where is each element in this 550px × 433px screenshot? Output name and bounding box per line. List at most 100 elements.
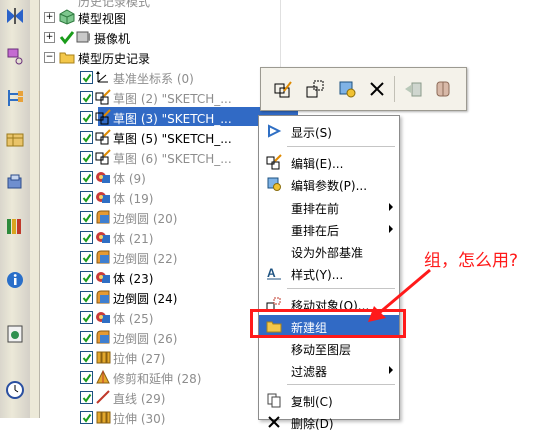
tree-feature-row[interactable]: 体 (23): [40, 267, 270, 287]
tree-feature-row[interactable]: 体 (21): [40, 227, 270, 247]
tree-feature-row[interactable]: 草图 (2) "SKETCH_...: [40, 87, 270, 107]
visibility-checkbox[interactable]: [80, 231, 93, 244]
body-icon: [95, 189, 111, 205]
tree-feature-label: 草图 (6) "SKETCH_...: [113, 152, 232, 166]
tree-feature-row[interactable]: 草图 (5) "SKETCH_...: [40, 127, 270, 147]
tree-feature-row[interactable]: 草图 (6) "SKETCH_...: [40, 147, 270, 167]
tree-feature-label: 草图 (5) "SKETCH_...: [113, 132, 232, 146]
edit-parameters-icon: [266, 176, 282, 192]
menu-item-label: 设为外部基准: [291, 246, 364, 260]
delete-icon[interactable]: [365, 77, 389, 101]
menu-item[interactable]: 移动至图层: [259, 337, 399, 359]
tree-feature-row[interactable]: 拉伸 (27): [40, 347, 270, 367]
toolbar-separator: [394, 76, 395, 102]
tree-feature-row[interactable]: 修剪和延伸 (28): [40, 367, 270, 387]
visibility-checkbox[interactable]: [80, 291, 93, 304]
menu-item[interactable]: 编辑参数(P)...: [259, 173, 399, 195]
tree-item-cameras[interactable]: + 摄像机: [40, 27, 270, 47]
history-palette-icon[interactable]: [3, 322, 27, 346]
submenu-arrow-icon: [389, 203, 393, 211]
menu-item-label: 重排在后: [291, 224, 340, 238]
constraint-navigator-icon[interactable]: [3, 44, 27, 68]
tree-feature-row[interactable]: 边倒圆 (22): [40, 247, 270, 267]
submenu-arrow-icon: [389, 366, 393, 374]
visibility-checkbox[interactable]: [80, 271, 93, 284]
tree-item-model-views[interactable]: + 模型视图: [40, 7, 270, 27]
edit-parameters-icon[interactable]: [335, 77, 359, 101]
library-books-icon[interactable]: [3, 214, 27, 238]
info-web-icon[interactable]: [3, 268, 27, 292]
visibility-checkbox[interactable]: [80, 251, 93, 264]
visibility-checkbox[interactable]: [80, 391, 93, 404]
tree-item-label: 模型历史记录: [78, 52, 151, 66]
tree-feature-row[interactable]: 边倒圆 (26): [40, 327, 270, 347]
tree-item-model-history[interactable]: − 模型历史记录: [40, 47, 270, 67]
menu-item[interactable]: 重排在后: [259, 218, 399, 240]
assembly-navigator-icon[interactable]: [3, 4, 27, 28]
tree-feature-row[interactable]: 直线 (29): [40, 387, 270, 407]
trim-extend-icon: [95, 369, 111, 385]
tree-feature-label: 草图 (2) "SKETCH_...: [113, 92, 232, 106]
move-feature-icon[interactable]: [401, 77, 425, 101]
menu-item-label: 移动至图层: [291, 343, 352, 357]
tree-feature-row[interactable]: 边倒圆 (20): [40, 207, 270, 227]
submenu-arrow-icon: [389, 225, 393, 233]
copy-icon: [266, 392, 282, 408]
tree-feature-label: 边倒圆 (24): [113, 292, 178, 306]
tree-feature-label: 边倒圆 (20): [113, 212, 178, 226]
edge-blend-icon: [95, 209, 111, 225]
tree-feature-row[interactable]: 体 (19): [40, 187, 270, 207]
expand-plus-icon[interactable]: +: [44, 32, 55, 43]
body-icon: [95, 269, 111, 285]
tree-item-label: 摄像机: [94, 32, 131, 46]
visibility-checkbox[interactable]: [80, 111, 93, 124]
menu-item-label: 显示(S): [291, 126, 332, 140]
visibility-checkbox[interactable]: [80, 331, 93, 344]
visibility-checkbox[interactable]: [80, 71, 93, 84]
tree-feature-row[interactable]: 拉伸 (30): [40, 407, 270, 427]
menu-item[interactable]: 重排在前: [259, 196, 399, 218]
hd3d-tools-icon[interactable]: [3, 170, 27, 194]
menu-item[interactable]: 显示(S): [259, 120, 399, 142]
visibility-checkbox[interactable]: [80, 351, 93, 364]
make-current-icon[interactable]: [303, 77, 327, 101]
style-icon: A: [266, 265, 282, 281]
edit-sketch-icon[interactable]: [271, 77, 295, 101]
tree-feature-row[interactable]: 体 (25): [40, 307, 270, 327]
visibility-checkbox[interactable]: [80, 131, 93, 144]
tree-feature-label: 体 (25): [113, 312, 154, 326]
tree-feature-row[interactable]: 边倒圆 (24): [40, 287, 270, 307]
visibility-checkbox[interactable]: [80, 191, 93, 204]
tree-feature-label: 体 (9): [113, 172, 146, 186]
tree-feature-label: 边倒圆 (26): [113, 332, 178, 346]
menu-item[interactable]: 删除(D): [259, 411, 399, 433]
collapse-minus-icon[interactable]: −: [44, 52, 55, 63]
visibility-checkbox[interactable]: [80, 171, 93, 184]
menu-separator: [287, 384, 395, 385]
visibility-checkbox[interactable]: [80, 211, 93, 224]
sketch-icon: [95, 129, 111, 145]
reuse-library-icon[interactable]: [3, 128, 27, 152]
resource-bar-divider: [30, 0, 40, 418]
visibility-checkbox[interactable]: [80, 91, 93, 104]
clock-history-icon[interactable]: [3, 378, 27, 402]
menu-item[interactable]: 复制(C): [259, 389, 399, 411]
tree-feature-row[interactable]: 基准坐标系 (0): [40, 67, 270, 87]
menu-item[interactable]: 编辑(E)...: [259, 151, 399, 173]
menu-item[interactable]: 设为外部基准: [259, 240, 399, 262]
menu-item[interactable]: 过滤器: [259, 359, 399, 381]
visibility-checkbox[interactable]: [80, 371, 93, 384]
delete-icon: [266, 414, 282, 430]
extrude-icon: [95, 409, 111, 425]
tree-feature-label: 体 (19): [113, 192, 154, 206]
visibility-checkbox[interactable]: [80, 151, 93, 164]
part-navigator-icon[interactable]: [3, 86, 27, 110]
tree-feature-label: 边倒圆 (22): [113, 252, 178, 266]
visibility-checkbox[interactable]: [80, 311, 93, 324]
menu-item-label: 编辑参数(P)...: [291, 179, 368, 193]
tree-feature-row[interactable]: 草图 (3) "SKETCH_...: [40, 107, 270, 127]
body-display-icon[interactable]: [431, 77, 455, 101]
body-icon: [95, 229, 111, 245]
tree-feature-row[interactable]: 体 (9): [40, 167, 270, 187]
expand-plus-icon[interactable]: +: [44, 12, 55, 23]
